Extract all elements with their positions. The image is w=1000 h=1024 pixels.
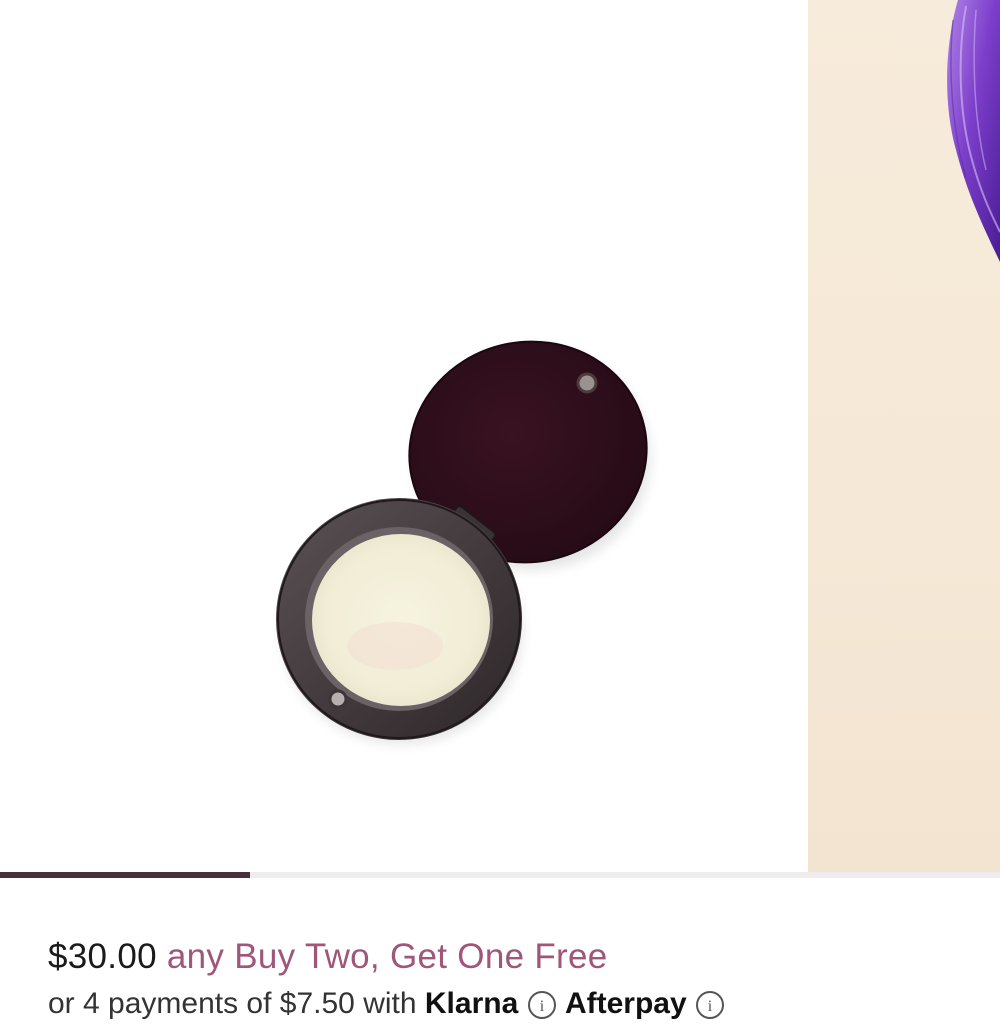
svg-text:i: i (539, 998, 544, 1015)
promo-link[interactable]: any Buy Two, Get One Free (167, 937, 608, 976)
svg-text:i: i (708, 998, 713, 1015)
gallery-progress (0, 872, 1000, 878)
iris-petal-illustration (947, 0, 1000, 262)
installment-row: or 4 payments of $7.50 with Klarna i Aft… (48, 984, 725, 1024)
product-image-lifestyle[interactable] (808, 0, 1000, 876)
product-price: $30.00 (48, 937, 157, 976)
product-image-compact[interactable] (0, 0, 808, 876)
klarna-logo: Klarna (424, 987, 519, 1020)
compact-illustration (276, 340, 650, 744)
gallery-progress-fill (0, 872, 250, 878)
installment-text: or 4 payments of $7.50 with (48, 987, 417, 1020)
info-icon[interactable]: i (527, 990, 557, 1020)
product-image-gallery[interactable] (0, 0, 1000, 876)
info-icon[interactable]: i (695, 990, 725, 1020)
compact-balm (312, 534, 490, 706)
price-row: $30.00 any Buy Two, Get One Free (48, 930, 608, 984)
afterpay-logo: Afterpay (564, 987, 687, 1020)
